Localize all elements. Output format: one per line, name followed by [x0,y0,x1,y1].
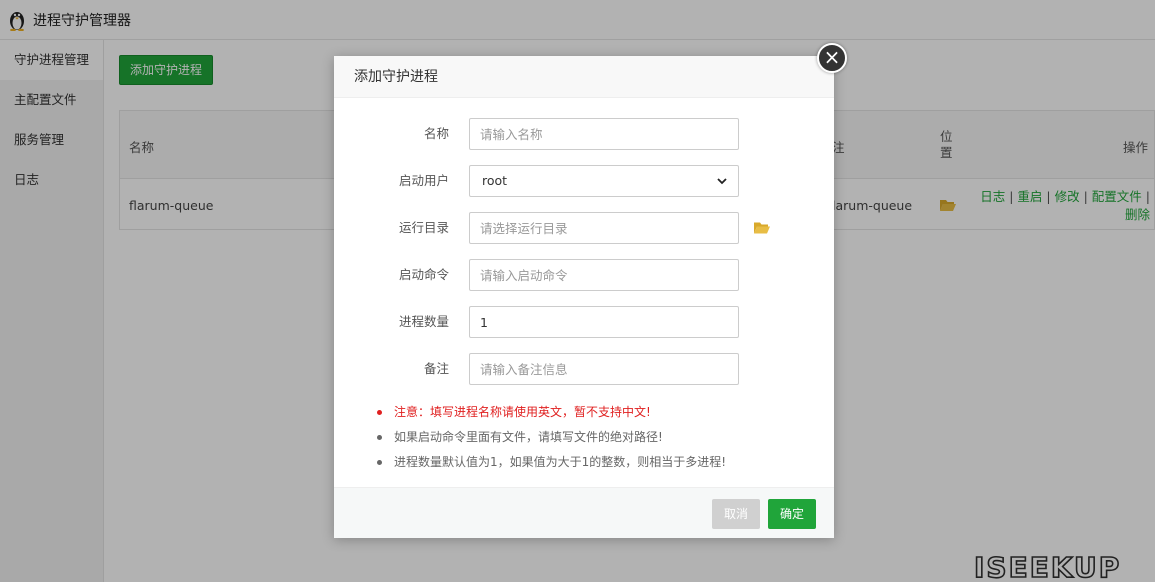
dialog-footer: 取消 确定 [334,487,834,538]
field-row-dir: 运行目录 [334,212,834,244]
field-row-name: 名称 [334,118,834,150]
field-row-count: 进程数量 [334,306,834,338]
note-label: 备注 [423,361,449,376]
user-select-value: root [482,173,508,188]
tip-warning: 注意：填写进程名称请使用英文，暂不支持中文! [374,402,814,427]
name-label: 名称 [423,126,449,141]
dir-input[interactable] [469,212,739,244]
command-label: 启动命令 [398,267,449,282]
note-input[interactable] [469,353,739,385]
count-label: 进程数量 [398,314,449,329]
folder-icon[interactable] [754,221,770,235]
user-label: 启动用户 [398,173,449,188]
field-row-user: 启动用户 root [334,165,834,197]
watermark-logo: ISEEKUP [974,552,1121,580]
cancel-button[interactable]: 取消 [712,499,760,529]
field-row-command: 启动命令 [334,259,834,291]
add-daemon-dialog: 添加守护进程 名称 启动用户 root 运行目录 启动命令 进程数量 备注 注意… [334,56,834,538]
chevron-down-icon [717,178,727,185]
command-input[interactable] [469,259,739,291]
field-row-note: 备注 [334,353,834,385]
tip-process-count: 进程数量默认值为1，如果值为大于1的整数，则相当于多进程! [374,452,814,477]
count-input[interactable] [469,306,739,338]
dialog-title: 添加守护进程 [334,56,834,98]
dir-label: 运行目录 [398,220,449,235]
tip-absolute-path: 如果启动命令里面有文件，请填写文件的绝对路径! [374,427,814,452]
name-input[interactable] [469,118,739,150]
watermark-text: ISEEKUP [974,552,1121,580]
user-select[interactable]: root [469,165,739,197]
confirm-button[interactable]: 确定 [768,499,816,529]
close-icon[interactable]: × [817,43,847,73]
tips-list: 注意：填写进程名称请使用英文，暂不支持中文! 如果启动命令里面有文件，请填写文件… [374,402,814,477]
